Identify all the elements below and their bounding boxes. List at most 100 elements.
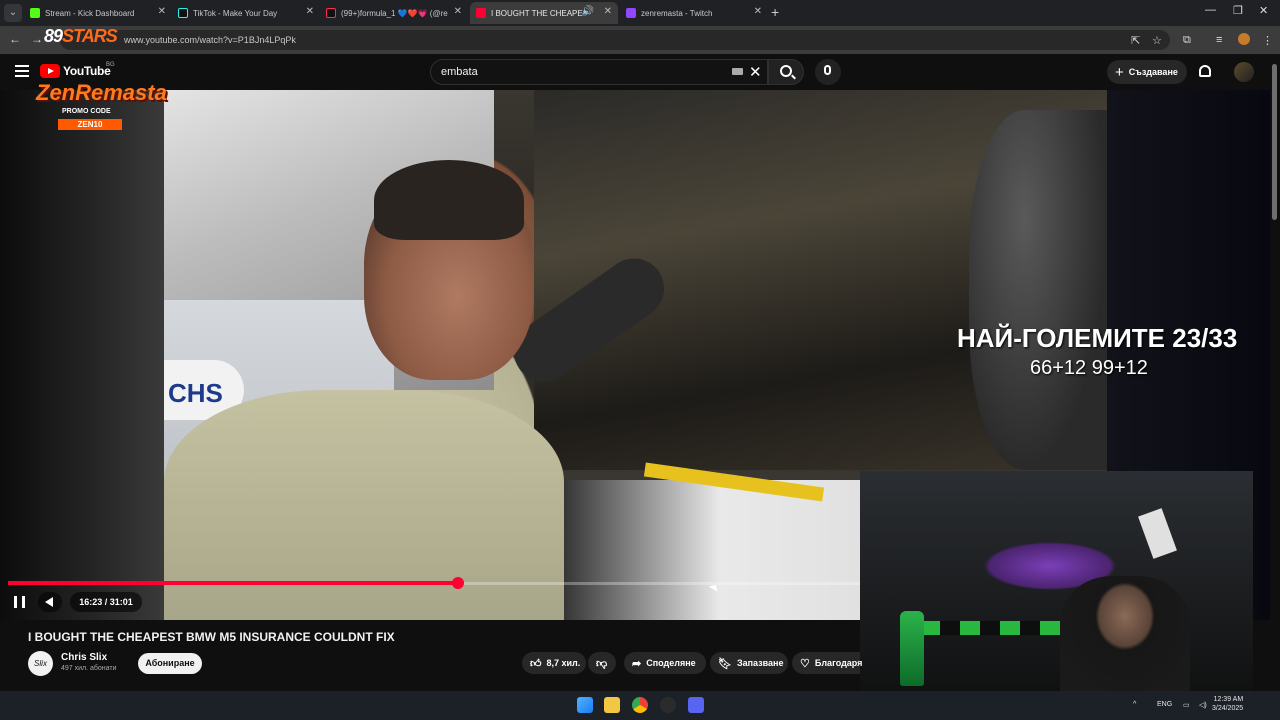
back-arrow-icon[interactable]: ←: [9, 32, 21, 46]
like-count: 8,7 хил.: [546, 658, 581, 668]
youtube-play-icon: [40, 64, 60, 78]
tab-label: TikTok - Make Your Day: [193, 8, 278, 18]
speaker-tray-icon[interactable]: ◁): [1199, 701, 1207, 709]
tab-kick-dashboard[interactable]: Stream - Kick Dashboard ✕: [24, 2, 172, 24]
tab-label: I BOUGHT THE CHEAPEST B: [491, 8, 585, 18]
cast-icon[interactable]: ⇱: [1131, 34, 1140, 47]
tiktok-icon: [326, 8, 336, 18]
speaker-icon[interactable]: 🔊: [582, 6, 594, 17]
save-label: Запазване: [736, 658, 784, 668]
keyboard-icon[interactable]: [732, 68, 743, 75]
subscribe-button[interactable]: Абониране: [138, 653, 202, 674]
bookmark-star-icon[interactable]: ☆: [1152, 34, 1162, 47]
thanks-label: Благодаря: [814, 658, 863, 668]
file-explorer-icon[interactable]: [604, 697, 620, 713]
tab-label: Stream - Kick Dashboard: [45, 8, 135, 18]
youtube-icon: [476, 8, 486, 18]
promo-label: PROMO CODE: [62, 108, 111, 115]
webcam-bottle: [900, 611, 924, 686]
windows-start-icon[interactable]: [577, 697, 593, 713]
thumbs-down-icon: 👎︎: [596, 657, 608, 670]
twitch-icon: [626, 8, 636, 18]
thumbs-up-icon: 👍︎: [530, 657, 542, 670]
webcam-lamp: [1138, 508, 1177, 559]
ambient-left: [0, 90, 164, 620]
tab-search-button[interactable]: ⌄: [4, 4, 22, 22]
youtube-logo[interactable]: YouTube: [40, 64, 111, 78]
extensions-icon[interactable]: ⧉: [1183, 34, 1191, 47]
tab-twitch[interactable]: zenremasta - Twitch ✕: [620, 2, 768, 24]
time-display: 16:23 / 31:01: [70, 592, 142, 612]
save-button[interactable]: 🔖︎ Запазване: [710, 652, 788, 674]
progress-scrubber[interactable]: [452, 577, 464, 589]
tab-label: zenremasta - Twitch: [641, 8, 713, 18]
close-icon[interactable]: ✕: [754, 6, 762, 17]
tab-tiktok-formula1[interactable]: (99+)formula_1 💙❤️💗 (@re ✕: [320, 2, 468, 24]
overlay-subline: 66+12 99+12: [1030, 357, 1148, 379]
obs-icon[interactable]: [660, 697, 676, 713]
region-code: BG: [106, 62, 115, 68]
like-button[interactable]: 👍︎ 8,7 хил.: [522, 652, 586, 674]
tray-chevron-icon[interactable]: ^: [1133, 701, 1136, 708]
thanks-button[interactable]: ♡ Благодаря: [792, 652, 863, 674]
overlay-headline: НАЙ-ГОЛЕМИТЕ 23/33: [957, 323, 1238, 353]
window-close-button[interactable]: ✕: [1259, 4, 1268, 17]
subscriber-count: 497 хил. абонати: [61, 665, 117, 672]
system-clock[interactable]: 12:39 AM 3/24/2025: [1212, 695, 1243, 713]
search-query[interactable]: embata: [441, 66, 478, 78]
tab-tiktok[interactable]: TikTok - Make Your Day ✕: [172, 2, 320, 24]
menu-icon[interactable]: [15, 65, 29, 77]
create-label: Създаване: [1128, 67, 1178, 77]
search-input[interactable]: [430, 59, 768, 85]
chrome-icon[interactable]: [632, 697, 648, 713]
forward-arrow-icon[interactable]: →: [31, 32, 43, 46]
share-button[interactable]: ➦ Споделяне: [624, 652, 706, 674]
discord-icon[interactable]: [688, 697, 704, 713]
youtube-header: YouTube BG embata ✕ + Създаване: [0, 54, 1280, 90]
pause-icon[interactable]: [14, 596, 25, 608]
close-icon[interactable]: ✕: [454, 6, 462, 17]
video-title: I BOUGHT THE CHEAPEST BMW M5 INSURANCE C…: [28, 630, 395, 644]
search-icon: [780, 65, 792, 77]
notifications-bell-icon[interactable]: [1199, 65, 1211, 77]
volume-icon: [45, 597, 53, 607]
clock-time: 12:39 AM: [1213, 696, 1244, 703]
plus-icon: +: [1115, 63, 1124, 81]
share-label: Споделяне: [646, 658, 696, 668]
media-controls-icon[interactable]: ≡: [1216, 34, 1222, 46]
close-icon[interactable]: ✕: [306, 6, 314, 17]
progress-played: [8, 581, 458, 585]
youtube-wordmark: YouTube: [63, 64, 111, 78]
promo-code: ZEN10: [58, 119, 122, 130]
browser-menu-icon[interactable]: ⋮: [1262, 34, 1273, 47]
webcam-overlay: [860, 471, 1253, 691]
network-icon[interactable]: ▭: [1183, 701, 1190, 709]
new-tab-button[interactable]: +: [771, 4, 779, 20]
maximize-button[interactable]: ❐: [1233, 4, 1243, 17]
scrollbar-thumb[interactable]: [1272, 64, 1277, 220]
minimize-button[interactable]: —: [1205, 4, 1216, 16]
stars-logo: 89STARS: [44, 26, 118, 46]
person-hair: [374, 160, 524, 240]
language-indicator[interactable]: ENG: [1157, 701, 1172, 708]
microphone-icon: [824, 65, 831, 75]
create-button[interactable]: + Създаване: [1107, 60, 1187, 84]
channel-avatar[interactable]: Slix: [28, 651, 53, 676]
close-icon[interactable]: ✕: [158, 6, 166, 17]
clock-date: 3/24/2025: [1212, 705, 1244, 712]
tab-youtube-video[interactable]: I BOUGHT THE CHEAPEST B 🔊 ✕: [470, 2, 618, 24]
channel-name[interactable]: Chris Slix: [61, 652, 107, 663]
thanks-heart-icon: ♡: [800, 657, 810, 670]
share-icon: ➦: [632, 657, 642, 670]
person-shirt: [164, 390, 564, 620]
mechanic-person: [969, 110, 1107, 470]
dislike-button[interactable]: 👎︎: [588, 652, 616, 674]
browser-tab-strip: ⌄ Stream - Kick Dashboard ✕ TikTok - Mak…: [0, 0, 1280, 26]
clear-search-icon[interactable]: ✕: [749, 63, 762, 81]
close-icon[interactable]: ✕: [604, 6, 612, 17]
browser-toolbar: ← → www.youtube.com/watch?v=P1BJn4LPqPk …: [0, 26, 1280, 54]
url-text[interactable]: www.youtube.com/watch?v=P1BJn4LPqPk: [124, 35, 296, 45]
profile-avatar-icon[interactable]: [1238, 33, 1250, 45]
account-avatar[interactable]: [1234, 62, 1254, 82]
kick-icon: [30, 8, 40, 18]
